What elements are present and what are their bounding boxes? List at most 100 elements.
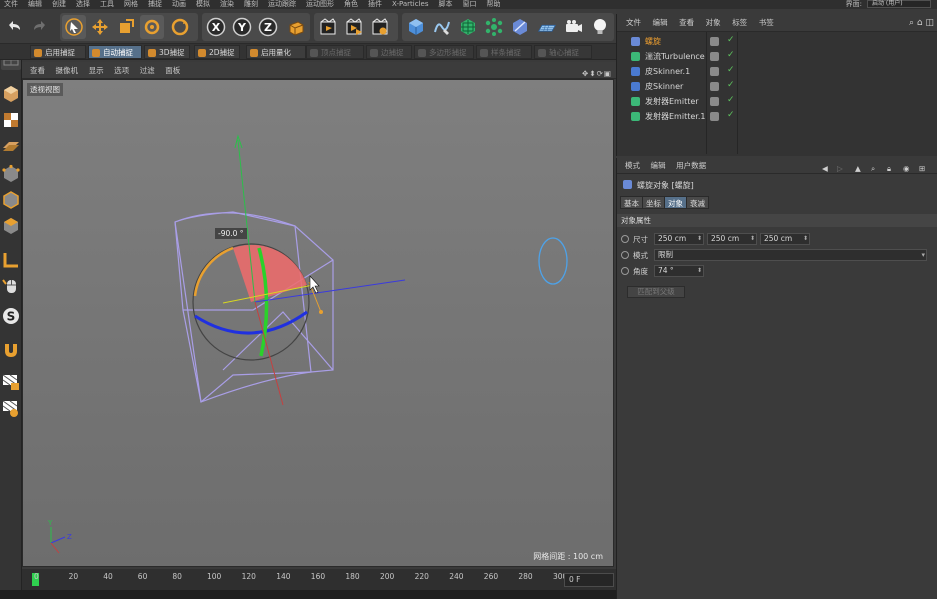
search-icon[interactable]: ⌕ ⌂ ◫ — [909, 14, 934, 32]
menu-mograph[interactable]: 运动图形 — [306, 1, 334, 8]
tab-coordinates[interactable]: 坐标 — [642, 196, 665, 209]
enabled-check-icon[interactable]: ✓ — [727, 80, 735, 90]
om-menu-edit[interactable]: 编辑 — [653, 14, 668, 32]
viewport-menu-filter[interactable]: 过滤 — [140, 62, 155, 79]
menu-simulate[interactable]: 模拟 — [196, 1, 210, 8]
select-arrow-icon[interactable] — [62, 15, 86, 39]
object-row[interactable]: 皮Skinner.1 ✓ — [617, 64, 937, 79]
om-menu-file[interactable]: 文件 — [626, 14, 641, 32]
points-mode-icon[interactable] — [1, 164, 21, 184]
menu-mesh[interactable]: 网格 — [124, 1, 138, 8]
object-row[interactable]: 皮Skinner ✓ — [617, 79, 937, 94]
axis-snap-button[interactable]: 轴心捕捉 — [534, 45, 592, 59]
3d-snap-button[interactable]: 3D捕捉 — [144, 45, 190, 59]
rotate-recent-icon[interactable] — [168, 15, 192, 39]
subdivision-icon[interactable] — [456, 15, 480, 39]
y-axis-lock-icon[interactable]: Y — [230, 15, 254, 39]
am-menu-edit[interactable]: 编辑 — [651, 158, 666, 174]
auto-snap-button[interactable]: 自动捕捉 — [88, 45, 142, 59]
rotate-icon[interactable] — [140, 15, 164, 39]
om-menu-view[interactable]: 查看 — [679, 14, 694, 32]
edges-mode-icon[interactable] — [1, 190, 21, 210]
edge-snap-button[interactable]: 边捕捉 — [366, 45, 412, 59]
vertex-snap-button[interactable]: 顶点捕捉 — [306, 45, 364, 59]
menu-file[interactable]: 文件 — [4, 1, 18, 8]
enabled-check-icon[interactable]: ✓ — [727, 50, 735, 60]
menu-animate[interactable]: 动画 — [172, 1, 186, 8]
object-row[interactable]: 湍流Turbulence ✓ — [617, 49, 937, 64]
spline-snap-button[interactable]: 样条捕捉 — [476, 45, 532, 59]
enabled-check-icon[interactable]: ✓ — [727, 65, 735, 75]
viewport-menu-cameras[interactable]: 摄像机 — [56, 62, 79, 79]
size-z-field[interactable]: 250 cm ⬍ — [760, 233, 810, 245]
scale-icon[interactable] — [114, 15, 138, 39]
angle-animate-radio[interactable] — [621, 267, 629, 275]
menu-x-particles[interactable]: X-Particles — [392, 1, 428, 8]
cube-icon[interactable] — [404, 15, 428, 39]
object-name[interactable]: 发射器Emitter — [645, 96, 699, 107]
enable-snap-button[interactable]: 启用捕捉 — [30, 45, 86, 59]
light-icon[interactable] — [588, 15, 612, 39]
menu-edit[interactable]: 编辑 — [28, 1, 42, 8]
x-axis-lock-icon[interactable]: X — [204, 15, 228, 39]
world-coordinates-icon[interactable] — [284, 15, 308, 39]
object-mode-icon[interactable] — [1, 84, 21, 104]
menu-help[interactable]: 帮助 — [486, 1, 500, 8]
menu-create[interactable]: 创建 — [52, 1, 66, 8]
enabled-check-icon[interactable]: ✓ — [727, 110, 735, 120]
angle-field[interactable]: 74 ° ⬍ — [654, 265, 704, 277]
enable-quantize-button[interactable]: 启用量化 — [246, 45, 306, 59]
layer-flag-icon[interactable] — [710, 97, 719, 106]
object-name[interactable]: 皮Skinner — [645, 81, 683, 92]
current-frame-field[interactable]: 0 F — [564, 573, 614, 587]
timeline-ruler[interactable]: 0 20 40 60 80 100 120 140 160 180 200 220 240 260 280 3… — [22, 569, 616, 590]
layout-select[interactable]: 启动 (用户) — [867, 0, 931, 8]
settings-icon[interactable]: ◉ — [903, 161, 910, 177]
menu-sculpt[interactable]: 雕刻 — [244, 1, 258, 8]
menu-select[interactable]: 选择 — [76, 1, 90, 8]
mode-dropdown[interactable]: 限制 ▾ — [654, 249, 927, 261]
polygons-mode-icon[interactable] — [1, 216, 21, 236]
perspective-viewport[interactable]: 透视视图 Y Z -90.0 ° 网格间距: 100 cm — [22, 79, 614, 567]
z-axis-lock-icon[interactable]: Z — [256, 15, 280, 39]
camera-icon[interactable] — [562, 15, 586, 39]
viewport-menu-display[interactable]: 显示 — [89, 62, 104, 79]
viewport-menu-panel[interactable]: 面板 — [165, 62, 180, 79]
mode-animate-radio[interactable] — [621, 251, 629, 259]
mograph-cloner-icon[interactable] — [482, 15, 506, 39]
magnet-icon[interactable] — [1, 340, 21, 360]
viewport-menu-view[interactable]: 查看 — [30, 62, 45, 79]
enabled-check-icon[interactable]: ✓ — [727, 35, 735, 45]
workplane-mode-icon[interactable] — [1, 136, 21, 156]
enabled-check-icon[interactable]: ✓ — [727, 95, 735, 105]
layer-flag-icon[interactable] — [710, 112, 719, 121]
object-name[interactable]: 湍流Turbulence — [645, 51, 705, 62]
am-menu-user-data[interactable]: 用户数据 — [676, 158, 706, 174]
move-icon[interactable] — [88, 15, 112, 39]
back-arrow-icon[interactable]: ◀ — [822, 161, 828, 177]
deformer-icon[interactable] — [508, 15, 532, 39]
menu-script[interactable]: 脚本 — [438, 1, 452, 8]
new-panel-icon[interactable]: ⊞ — [919, 161, 925, 177]
layer-flag-icon[interactable] — [710, 52, 719, 61]
size-y-field[interactable]: 250 cm ⬍ — [707, 233, 757, 245]
search-icon[interactable]: ⌕ — [871, 161, 875, 177]
menu-motion-tracking[interactable]: 运动跟踪 — [268, 1, 296, 8]
tweak-mode-icon[interactable] — [1, 276, 21, 296]
size-x-field[interactable]: 250 cm ⬍ — [654, 233, 704, 245]
texture-mode-icon[interactable] — [1, 110, 21, 130]
up-arrow-icon[interactable]: ▲ — [855, 161, 861, 177]
redo-icon[interactable] — [28, 15, 52, 39]
size-animate-radio[interactable] — [621, 235, 629, 243]
pen-spline-icon[interactable] — [430, 15, 454, 39]
fit-to-parent-button[interactable]: 匹配到父级 — [627, 286, 685, 298]
axis-mode-icon[interactable] — [1, 250, 21, 270]
menu-render[interactable]: 渲染 — [220, 1, 234, 8]
2d-snap-button[interactable]: 2D捕捉 — [194, 45, 240, 59]
object-name[interactable]: 发射器Emitter.1 — [645, 111, 705, 122]
menu-snap[interactable]: 捕捉 — [148, 1, 162, 8]
polygon-snap-button[interactable]: 多边形捕捉 — [414, 45, 474, 59]
tab-basic[interactable]: 基本 — [620, 196, 643, 209]
planar-workplane-icon[interactable] — [1, 398, 21, 418]
am-menu-mode[interactable]: 模式 — [625, 158, 640, 174]
